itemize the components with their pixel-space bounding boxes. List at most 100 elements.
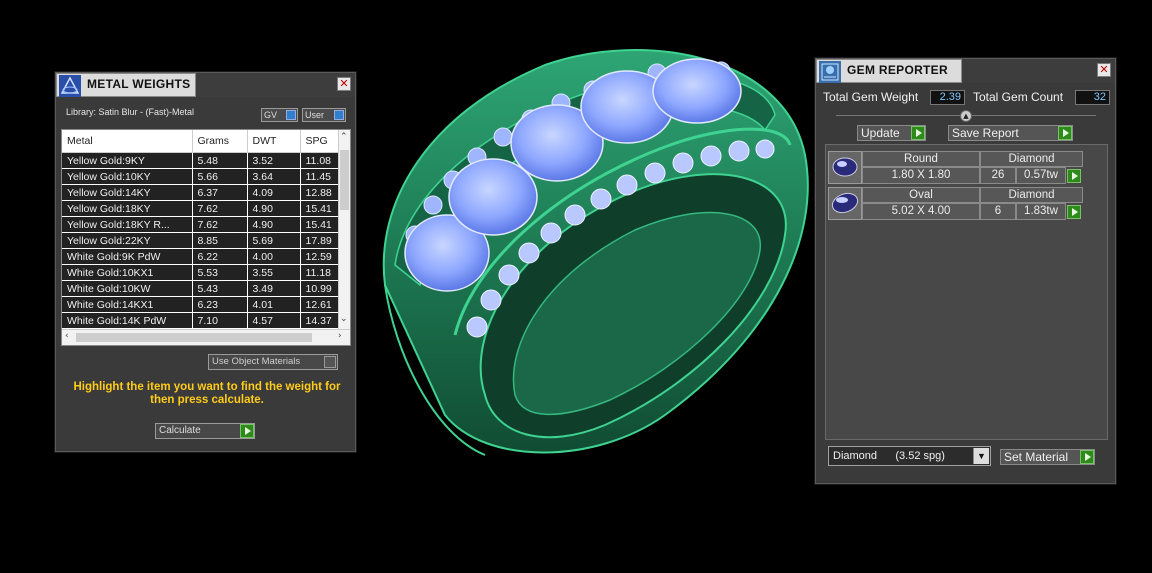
toggle-knob-icon (334, 110, 344, 120)
use-object-materials-checkbox[interactable]: Use Object Materials (208, 354, 338, 370)
chevron-left-icon[interactable]: ‹ (65, 331, 69, 341)
chevron-right-icon[interactable]: › (338, 331, 342, 341)
table-row[interactable]: Yellow Gold:14KY 6.37 4.09 12.88 (62, 184, 349, 201)
scroll-thumb[interactable] (340, 150, 349, 210)
gem-reporter-title-tab: GEM REPORTER (816, 59, 962, 83)
play-arrow-icon[interactable] (240, 424, 254, 438)
grams-cell: 7.10 (192, 312, 248, 329)
oval-gem (652, 58, 742, 124)
save-report-label: Save Report (952, 126, 1019, 140)
material-select[interactable]: Diamond (3.52 spg) ▼ (828, 446, 991, 466)
total-gem-count-value: 32 (1075, 90, 1110, 105)
grams-cell: 7.62 (192, 216, 248, 233)
checkbox-icon[interactable] (324, 356, 336, 368)
gv-toggle[interactable]: GV (261, 108, 298, 122)
table-row[interactable]: Yellow Gold:22KY 8.85 5.69 17.89 (62, 232, 349, 249)
chevron-up-icon[interactable]: ⌃ (340, 132, 348, 142)
metal-weights-titlebar[interactable]: METAL WEIGHTS ✕ (56, 73, 355, 97)
dwt-cell: 4.90 (247, 200, 301, 217)
close-button[interactable]: ✕ (337, 77, 351, 91)
metal-weights-panel: METAL WEIGHTS ✕ Library: Satin Blur - (F… (55, 72, 356, 452)
dwt-cell: 4.90 (247, 216, 301, 233)
chevron-down-icon[interactable]: ⌄ (340, 314, 348, 324)
dwt-cell: 4.00 (247, 248, 301, 265)
gem-weight: 1.83tw (1016, 203, 1066, 220)
metal-cell: White Gold:10KW (62, 280, 193, 297)
metal-cell: Yellow Gold:18KY R... (62, 216, 193, 233)
play-arrow-icon[interactable] (1067, 169, 1081, 183)
scroll-thumb[interactable] (76, 333, 312, 342)
table-row[interactable]: White Gold:10KX1 5.53 3.55 11.18 (62, 264, 349, 281)
close-icon: ✕ (339, 77, 349, 90)
gv-label: GV (264, 110, 278, 120)
column-header-grams[interactable]: Grams (192, 130, 248, 153)
table-row[interactable]: Yellow Gold:18KY 7.62 4.90 15.41 (62, 200, 349, 217)
play-arrow-icon[interactable] (1067, 205, 1081, 219)
gem-weight: 0.57tw (1016, 167, 1066, 184)
dwt-cell: 3.64 (247, 168, 301, 185)
metal-cell: White Gold:14KX1 (62, 296, 193, 313)
use-object-materials-label: Use Object Materials (212, 356, 301, 367)
table-row[interactable]: Yellow Gold:9KY 5.48 3.52 11.08 (62, 152, 349, 169)
gem-reporter-titlebar[interactable]: GEM REPORTER ✕ (816, 59, 1115, 83)
metal-cell: White Gold:10KX1 (62, 264, 193, 281)
table-row[interactable]: Yellow Gold:10KY 5.66 3.64 11.45 (62, 168, 349, 185)
table-row[interactable]: White Gold:9K PdW 6.22 4.00 12.59 (62, 248, 349, 265)
gem-list: Round Diamond 1.80 X 1.80 26 0.57tw Oval… (825, 144, 1108, 440)
total-gem-count-label: Total Gem Count (973, 90, 1064, 104)
horizontal-scrollbar[interactable]: ‹ › (62, 329, 350, 345)
table-row[interactable]: White Gold:10KW 5.43 3.49 10.99 (62, 280, 349, 297)
play-arrow-icon[interactable] (911, 126, 925, 140)
table-header: Metal Grams DWT SPG (62, 130, 349, 153)
metal-weights-title-tab: METAL WEIGHTS (56, 73, 196, 97)
oval-gem (448, 158, 538, 236)
dwt-cell: 4.57 (247, 312, 301, 329)
user-toggle[interactable]: User (302, 108, 346, 122)
gem-shape: Oval (862, 187, 980, 203)
gem-count: 6 (980, 203, 1016, 220)
round-gem-icon (828, 151, 862, 184)
panel-title: METAL WEIGHTS (87, 77, 191, 91)
save-report-button[interactable]: Save Report (948, 125, 1073, 141)
grams-cell: 5.53 (192, 264, 248, 281)
gem-material: Diamond (980, 151, 1083, 167)
table-row[interactable]: Yellow Gold:18KY R... 7.62 4.90 15.41 (62, 216, 349, 233)
calculate-button[interactable]: Calculate (155, 423, 255, 439)
toggle-knob-icon (286, 110, 296, 120)
close-button[interactable]: ✕ (1097, 63, 1111, 77)
dwt-cell: 4.01 (247, 296, 301, 313)
total-gem-weight-label: Total Gem Weight (823, 90, 919, 104)
close-icon: ✕ (1099, 63, 1109, 76)
calculate-label: Calculate (159, 425, 201, 436)
ring-render (382, 49, 809, 456)
gem-reporter-panel: GEM REPORTER ✕ Total Gem Weight 2.39 Tot… (815, 58, 1116, 484)
vertical-scrollbar[interactable]: ⌃ ⌄ (338, 130, 350, 330)
metal-cell: Yellow Gold:18KY (62, 200, 193, 217)
panel-title: GEM REPORTER (847, 63, 948, 77)
play-arrow-icon[interactable] (1080, 450, 1094, 464)
set-material-button[interactable]: Set Material (1000, 449, 1095, 465)
grams-cell: 5.43 (192, 280, 248, 297)
total-gem-weight-value: 2.39 (930, 90, 965, 105)
gem-shape: Round (862, 151, 980, 167)
dwt-cell: 5.69 (247, 232, 301, 249)
chevron-down-icon[interactable]: ▼ (973, 448, 989, 464)
column-header-metal[interactable]: Metal (62, 130, 193, 153)
grams-cell: 6.37 (192, 184, 248, 201)
dwt-cell: 3.52 (247, 152, 301, 169)
gem-material: Diamond (980, 187, 1083, 203)
pyramid-icon (59, 75, 81, 97)
dwt-cell: 3.55 (247, 264, 301, 281)
collapse-handle-icon[interactable]: ▲ (960, 110, 972, 122)
play-arrow-icon[interactable] (1058, 126, 1072, 140)
metal-cell: Yellow Gold:10KY (62, 168, 193, 185)
oval-gem-icon (828, 187, 862, 220)
table-row[interactable]: White Gold:14KX1 6.23 4.01 12.61 (62, 296, 349, 313)
instruction-text: Highlight the item you want to find the … (73, 381, 341, 406)
grams-cell: 5.48 (192, 152, 248, 169)
column-header-dwt[interactable]: DWT (247, 130, 301, 153)
dwt-cell: 4.09 (247, 184, 301, 201)
table-row[interactable]: White Gold:14K PdW 7.10 4.57 14.37 (62, 312, 349, 329)
metal-cell: Yellow Gold:22KY (62, 232, 193, 249)
update-button[interactable]: Update (857, 125, 926, 141)
